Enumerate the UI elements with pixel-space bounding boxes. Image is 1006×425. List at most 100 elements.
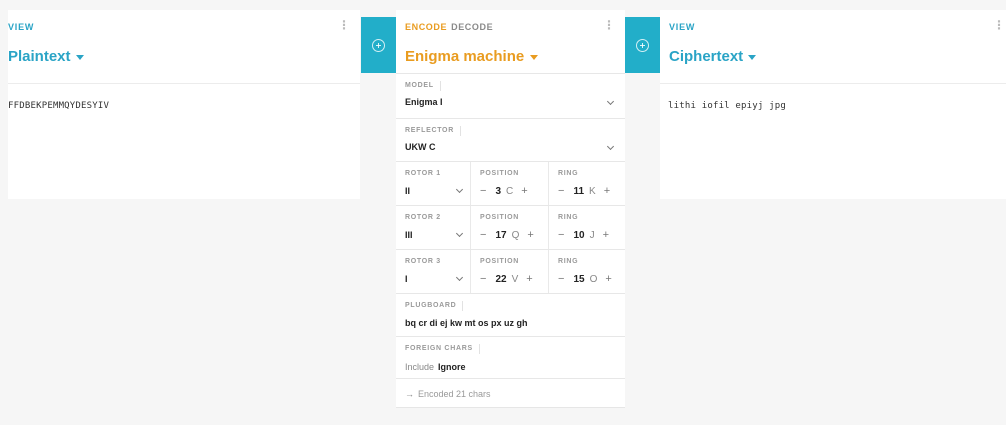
ciphertext-panel: VIEW ⋮ Ciphertext lithi iofil epiyj jpg	[660, 10, 1006, 199]
reflector-select[interactable]: REFLECTOR UKW C	[396, 118, 625, 161]
foreign-chars-field: FOREIGN CHARS Include Ignore	[396, 336, 625, 378]
rotor-value: I	[405, 274, 408, 284]
ring-label: RING	[558, 170, 579, 177]
kebab-icon[interactable]: ⋮	[993, 19, 1005, 31]
plugboard-field[interactable]: PLUGBOARD bq cr di ej kw mt os px uz gh	[396, 293, 625, 336]
position-letter: Q	[511, 229, 520, 241]
enigma-title: Enigma machine	[405, 48, 525, 65]
position-letter: C	[506, 185, 514, 197]
rotor-3-position: POSITION − 22 V +	[471, 250, 549, 294]
position-value[interactable]: 22	[495, 274, 506, 285]
plus-icon[interactable]: +	[603, 229, 609, 241]
position-value[interactable]: 17	[495, 230, 506, 241]
position-label: POSITION	[480, 258, 520, 265]
ring-value[interactable]: 11	[573, 186, 584, 197]
kebab-icon[interactable]: ⋮	[603, 19, 615, 31]
minus-icon[interactable]: −	[480, 229, 486, 241]
position-stepper: − 22 V +	[480, 273, 540, 285]
rotor-2-ring: RING − 10 J +	[549, 206, 625, 250]
rotor-1-select[interactable]: ROTOR 1 II	[396, 162, 471, 206]
foreign-option-ignore[interactable]: Ignore	[438, 362, 466, 372]
ring-letter: K	[589, 185, 596, 197]
caret-down-icon	[530, 55, 539, 60]
minus-icon[interactable]: −	[558, 229, 564, 241]
position-label: POSITION	[480, 170, 520, 177]
ciphertext-title-dropdown[interactable]: Ciphertext	[669, 48, 757, 65]
position-stepper: − 17 Q +	[480, 229, 540, 241]
plaintext-title: Plaintext	[8, 48, 71, 65]
rotor-label: ROTOR 2	[405, 214, 441, 221]
ring-stepper: − 10 J +	[558, 229, 618, 241]
chevron-down-icon	[455, 273, 464, 282]
minus-icon[interactable]: −	[480, 185, 486, 197]
enigma-title-dropdown[interactable]: Enigma machine	[405, 48, 539, 65]
rotor-label: ROTOR 1	[405, 170, 441, 177]
add-column-button[interactable]	[625, 17, 660, 73]
plus-icon[interactable]: +	[526, 273, 532, 285]
tab-decode[interactable]: DECODE	[451, 22, 493, 32]
rotor-1-position: POSITION − 3 C +	[471, 162, 549, 206]
position-label: POSITION	[480, 214, 520, 221]
ring-letter: O	[589, 273, 598, 285]
reflector-label: REFLECTOR	[405, 126, 461, 136]
position-letter: V	[511, 273, 519, 285]
add-column-button[interactable]	[361, 17, 396, 73]
plus-icon[interactable]: +	[605, 273, 611, 285]
model-value: Enigma I	[405, 97, 443, 107]
plaintext-panel: VIEW ⋮ Plaintext FFDBEKPEMMQYDESYIV	[8, 10, 360, 199]
model-label: MODEL	[405, 81, 441, 91]
status-bar: → Encoded 21 chars	[396, 378, 625, 408]
plus-icon[interactable]: +	[521, 185, 527, 197]
chevron-down-icon	[606, 142, 615, 151]
chevron-down-icon	[606, 97, 615, 106]
minus-icon[interactable]: −	[558, 185, 564, 197]
rotor-1-ring: RING − 11 K +	[549, 162, 625, 206]
ring-value[interactable]: 10	[573, 230, 584, 241]
view-label: VIEW	[669, 22, 696, 32]
ring-stepper: − 11 K +	[558, 185, 618, 197]
caret-down-icon	[75, 55, 84, 60]
plugboard-label: PLUGBOARD	[405, 301, 464, 311]
plus-icon[interactable]: +	[604, 185, 610, 197]
plus-icon[interactable]: +	[527, 229, 533, 241]
status-text: Encoded 21 chars	[418, 389, 491, 399]
kebab-icon[interactable]: ⋮	[338, 19, 350, 31]
rotor-label: ROTOR 3	[405, 258, 441, 265]
plugboard-value: bq cr di ej kw mt os px uz gh	[405, 318, 528, 328]
add-circle-icon	[372, 38, 385, 52]
ring-letter: J	[589, 229, 595, 241]
rotor-2-position: POSITION − 17 Q +	[471, 206, 549, 250]
rotor-row-3: ROTOR 3 I POSITION − 22 V + RING − 15 O …	[396, 249, 625, 294]
foreign-option-include[interactable]: Include	[405, 362, 434, 372]
foreign-chars-label: FOREIGN CHARS	[405, 344, 480, 354]
add-circle-icon	[636, 38, 649, 52]
ring-label: RING	[558, 214, 579, 221]
chevron-down-icon	[455, 185, 464, 194]
enigma-panel: ENCODE DECODE ⋮ Enigma machine MODEL Eni…	[396, 10, 625, 408]
rotor-row-1: ROTOR 1 II POSITION − 3 C + RING − 11 K …	[396, 161, 625, 206]
rotor-3-select[interactable]: ROTOR 3 I	[396, 250, 471, 294]
minus-icon[interactable]: −	[480, 273, 486, 285]
position-value[interactable]: 3	[495, 186, 501, 197]
divider	[660, 83, 1006, 84]
ring-stepper: − 15 O +	[558, 273, 618, 285]
chevron-down-icon	[455, 229, 464, 238]
ring-value[interactable]: 15	[573, 274, 584, 285]
reflector-value: UKW C	[405, 142, 436, 152]
caret-down-icon	[748, 55, 757, 60]
rotor-value: II	[405, 186, 411, 196]
view-label: VIEW	[8, 22, 35, 32]
foreign-chars-options: Include Ignore	[405, 362, 466, 372]
rotor-row-2: ROTOR 2 III POSITION − 17 Q + RING − 10 …	[396, 205, 625, 250]
tab-encode[interactable]: ENCODE	[405, 22, 447, 32]
plaintext-title-dropdown[interactable]: Plaintext	[8, 48, 84, 65]
rotor-value: III	[405, 230, 413, 240]
rotor-2-select[interactable]: ROTOR 2 III	[396, 206, 471, 250]
ciphertext-output[interactable]: lithi iofil epiyj jpg	[668, 101, 786, 111]
rotor-3-ring: RING − 15 O +	[549, 250, 625, 294]
minus-icon[interactable]: −	[558, 273, 564, 285]
model-select[interactable]: MODEL Enigma I	[396, 73, 625, 118]
plaintext-input[interactable]: FFDBEKPEMMQYDESYIV	[8, 101, 109, 111]
position-stepper: − 3 C +	[480, 185, 540, 197]
arrow-right-icon: →	[405, 389, 414, 399]
